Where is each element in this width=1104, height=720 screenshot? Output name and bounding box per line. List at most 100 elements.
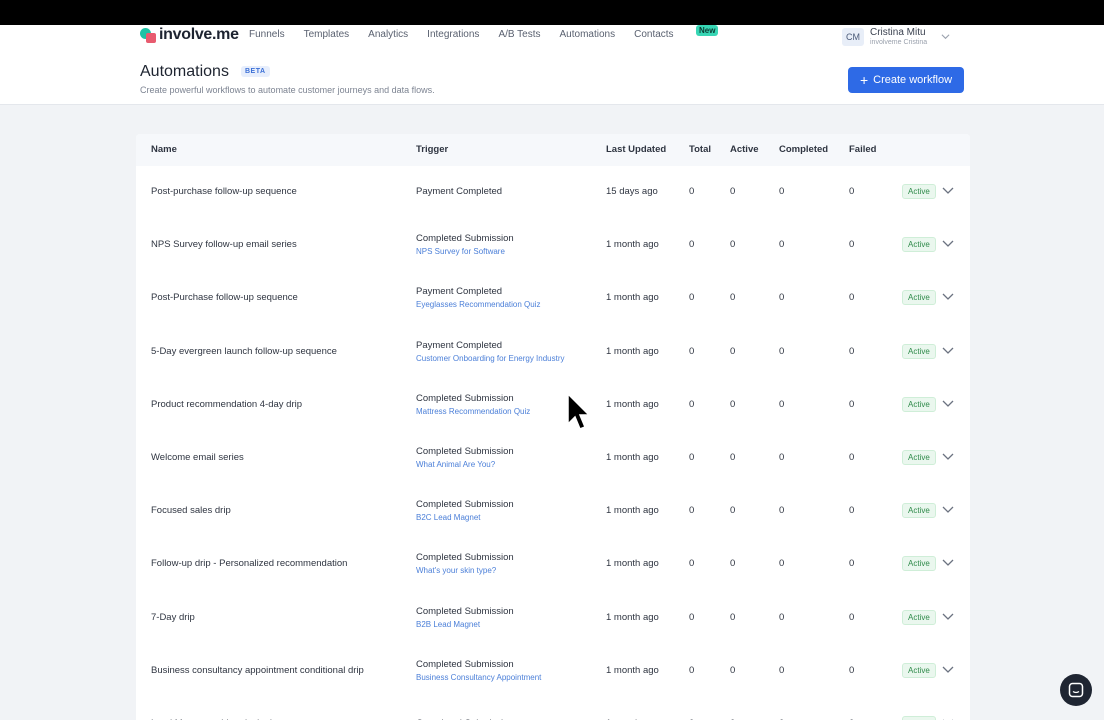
completed-count: 0 bbox=[779, 558, 785, 570]
last-updated: 1 month ago bbox=[606, 398, 659, 410]
nav-item-ab-tests[interactable]: A/B Tests bbox=[498, 29, 540, 40]
trigger-source-link[interactable]: NPS Survey for Software bbox=[416, 247, 505, 256]
nav-item-funnels[interactable]: Funnels bbox=[249, 29, 285, 40]
col-name[interactable]: Name bbox=[151, 144, 177, 155]
nav-item-analytics[interactable]: Analytics bbox=[368, 29, 408, 40]
status-badge: Active bbox=[902, 184, 936, 199]
status-badge: Active bbox=[902, 290, 936, 306]
total-count: 0 bbox=[689, 186, 695, 197]
nav-item-contacts[interactable]: Contacts bbox=[634, 29, 673, 40]
logo[interactable]: involve.me bbox=[140, 26, 239, 44]
automations-table: Name Trigger Last Updated Total Active C… bbox=[136, 134, 970, 720]
plus-icon: + bbox=[859, 72, 869, 88]
chevron-down-icon[interactable] bbox=[942, 347, 954, 355]
chevron-down-icon[interactable] bbox=[942, 293, 954, 301]
nav-item-integrations[interactable]: Integrations bbox=[427, 29, 479, 40]
chevron-down-icon[interactable] bbox=[942, 506, 954, 514]
chevron-down-icon[interactable] bbox=[942, 187, 954, 195]
failed-count: 0 bbox=[849, 611, 855, 623]
last-updated: 1 month ago bbox=[606, 505, 659, 517]
failed-count: 0 bbox=[849, 186, 855, 197]
last-updated: 1 month ago bbox=[606, 345, 659, 357]
col-last-updated[interactable]: Last Updated bbox=[606, 144, 666, 155]
trigger-source-link[interactable]: B2C Lead Magnet bbox=[416, 513, 481, 522]
trigger-source-link[interactable]: Eyeglasses Recommendation Quiz bbox=[416, 300, 541, 309]
chat-icon bbox=[1068, 682, 1084, 698]
chevron-down-icon[interactable] bbox=[942, 240, 954, 248]
active-count: 0 bbox=[730, 505, 736, 517]
window-top-bar bbox=[0, 0, 1104, 25]
col-total[interactable]: Total bbox=[689, 144, 711, 155]
workflow-name[interactable]: 5-Day evergreen launch follow-up sequenc… bbox=[151, 346, 337, 357]
trigger-source-link[interactable]: What Animal Are You? bbox=[416, 460, 495, 469]
status-badge: Active bbox=[902, 609, 936, 625]
workflow-name[interactable]: 7-Day drip bbox=[151, 612, 195, 623]
completed-count: 0 bbox=[779, 186, 785, 197]
create-workflow-label: Create workflow bbox=[873, 74, 953, 86]
user-menu[interactable]: CM Cristina Mitu involveme Cristina bbox=[842, 27, 950, 47]
page-subtitle: Create powerful workflows to automate cu… bbox=[140, 85, 435, 95]
table-row[interactable]: Post-Purchase follow-up sequence Payment … bbox=[136, 272, 970, 325]
failed-count: 0 bbox=[849, 398, 855, 410]
chevron-down-icon[interactable] bbox=[942, 453, 954, 461]
table-row[interactable]: Business consultancy appointment conditi… bbox=[136, 645, 970, 698]
workflow-name[interactable]: Post-Purchase follow-up sequence bbox=[151, 292, 298, 303]
table-row[interactable]: Product recommendation 4-day drip Complet… bbox=[136, 379, 970, 432]
status-badge: Active bbox=[902, 662, 936, 678]
chat-button[interactable] bbox=[1060, 674, 1092, 706]
col-failed[interactable]: Failed bbox=[849, 144, 876, 155]
chevron-down-icon[interactable] bbox=[942, 666, 954, 674]
table-row[interactable]: Lead Magnet webinar invitationCompleted … bbox=[136, 698, 970, 720]
chevron-down-icon[interactable] bbox=[942, 559, 954, 567]
last-updated: 1 month ago bbox=[606, 558, 659, 570]
last-updated: 1 month ago bbox=[606, 664, 659, 676]
last-updated: 1 month ago bbox=[606, 292, 659, 304]
workflow-name[interactable]: Welcome email series bbox=[151, 452, 244, 463]
workflow-name[interactable]: Business consultancy appointment conditi… bbox=[151, 665, 364, 676]
workflow-name[interactable]: Focused sales drip bbox=[151, 505, 231, 516]
workflow-name[interactable]: Post-purchase follow-up sequence bbox=[151, 186, 297, 197]
col-active[interactable]: Active bbox=[730, 144, 759, 155]
workflow-name[interactable]: Follow-up drip - Personalized recommenda… bbox=[151, 558, 347, 569]
nav-item-automations[interactable]: Automations bbox=[560, 29, 616, 40]
chevron-down-icon[interactable] bbox=[941, 32, 950, 41]
nav-item-templates[interactable]: Templates bbox=[304, 29, 350, 40]
table-row[interactable]: NPS Survey follow-up email series Complet… bbox=[136, 219, 970, 272]
table-row[interactable]: 7-Day drip Completed Submission B2B Lead M… bbox=[136, 592, 970, 645]
workflow-name[interactable]: NPS Survey follow-up email series bbox=[151, 239, 297, 250]
completed-count: 0 bbox=[779, 239, 785, 251]
table-row[interactable]: Focused sales drip Completed Submission B2… bbox=[136, 485, 970, 538]
table-row[interactable]: Post-purchase follow-up sequence Payment … bbox=[136, 166, 970, 219]
trigger-type: Payment Completed bbox=[416, 286, 503, 298]
create-workflow-button[interactable]: + Create workflow bbox=[848, 67, 964, 93]
active-count: 0 bbox=[730, 345, 736, 357]
trigger-source-link[interactable]: Business Consultancy Appointment bbox=[416, 673, 541, 682]
chevron-down-icon[interactable] bbox=[942, 613, 954, 621]
table-row[interactable]: Follow-up drip - Personalized recommenda… bbox=[136, 538, 970, 591]
status-badge: Active bbox=[902, 716, 936, 720]
logo-text: involve.me bbox=[159, 26, 239, 43]
workflow-name[interactable]: Product recommendation 4-day drip bbox=[151, 399, 302, 410]
last-updated: 1 month ago bbox=[606, 611, 659, 623]
completed-count: 0 bbox=[779, 345, 785, 357]
beta-badge: BETA bbox=[241, 66, 270, 77]
chevron-down-icon[interactable] bbox=[942, 400, 954, 408]
table-row[interactable]: 5-Day evergreen launch follow-up sequenc… bbox=[136, 326, 970, 379]
status-badge: Active bbox=[902, 503, 936, 519]
trigger-source-link[interactable]: What's your skin type? bbox=[416, 566, 496, 575]
failed-count: 0 bbox=[849, 505, 855, 517]
trigger-type: Payment Completed bbox=[416, 186, 503, 197]
trigger-type: Completed Submission bbox=[416, 552, 514, 564]
last-updated: 1 month ago bbox=[606, 452, 659, 463]
trigger-source-link[interactable]: Customer Onboarding for Energy Industry bbox=[416, 354, 565, 363]
failed-count: 0 bbox=[849, 452, 855, 463]
page-header: Automations BETA Create powerful workflo… bbox=[0, 53, 1104, 105]
col-trigger[interactable]: Trigger bbox=[416, 144, 448, 155]
table-row[interactable]: Welcome email series Completed Submission… bbox=[136, 432, 970, 485]
nav-menu: Funnels Templates Analytics Integrations… bbox=[249, 29, 693, 40]
col-completed[interactable]: Completed bbox=[779, 144, 828, 155]
trigger-source-link[interactable]: B2B Lead Magnet bbox=[416, 620, 480, 629]
total-count: 0 bbox=[689, 239, 695, 251]
status-badge: Active bbox=[902, 450, 936, 465]
trigger-source-link[interactable]: Mattress Recommendation Quiz bbox=[416, 407, 530, 416]
